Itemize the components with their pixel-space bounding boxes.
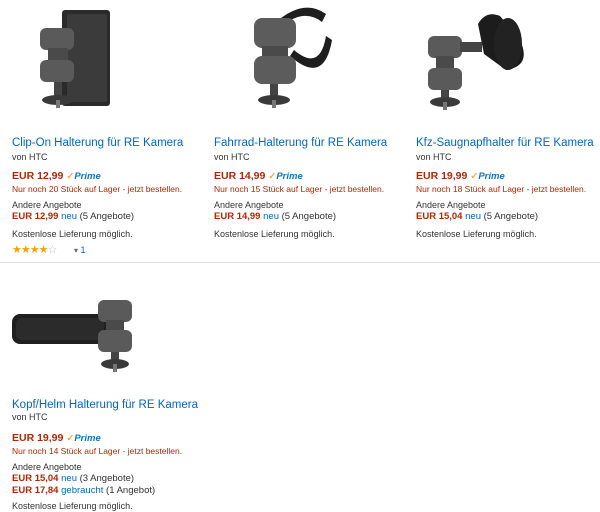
offer-row[interactable]: EUR 14,99 neu (5 Angebote) bbox=[214, 211, 336, 222]
product-image-clip-on[interactable] bbox=[12, 0, 202, 120]
offer-count: (1 Angebot) bbox=[106, 485, 156, 496]
shipping-info: Kostenlose Lieferung möglich. bbox=[214, 229, 335, 239]
product-price: EUR 19,99 bbox=[12, 432, 64, 444]
product-title[interactable]: Clip-On Halterung für RE Kamera bbox=[12, 137, 183, 149]
offer-count: (5 Angebote) bbox=[79, 211, 135, 222]
product-image-kopf-helm[interactable] bbox=[12, 286, 202, 406]
offer-count: (5 Angebote) bbox=[281, 211, 337, 222]
stock-status: Nur noch 18 Stück auf Lager - jetzt best… bbox=[416, 184, 587, 194]
prime-badge: ✓Prime bbox=[66, 171, 101, 182]
star-full-icon: ★ bbox=[20, 244, 31, 256]
review-count[interactable]: ▾ 1 bbox=[74, 245, 86, 255]
row-divider bbox=[0, 262, 600, 263]
shipping-info: Kostenlose Lieferung möglich. bbox=[416, 229, 537, 239]
rating-stars[interactable]: ★★★★☆ bbox=[12, 243, 58, 256]
price-row: EUR 12,99 ✓Prime bbox=[12, 170, 101, 182]
product-brand: von HTC bbox=[416, 152, 452, 162]
product-brand: von HTC bbox=[12, 412, 48, 422]
product-card-kopf-helm: Kopf/Helm Halterung für RE Kamera von HT… bbox=[12, 282, 202, 512]
other-offers-label: Andere Angebote bbox=[214, 200, 284, 210]
offer-row[interactable]: EUR 15,04 neu (3 Angebote) bbox=[12, 473, 134, 484]
offer-price: EUR 14,99 bbox=[214, 211, 261, 222]
offer-price: EUR 12,99 bbox=[12, 211, 59, 222]
shipping-info: Kostenlose Lieferung möglich. bbox=[12, 229, 133, 239]
stock-status: Nur noch 20 Stück auf Lager - jetzt best… bbox=[12, 184, 183, 194]
product-brand: von HTC bbox=[12, 152, 48, 162]
star-empty-icon: ☆ bbox=[47, 244, 58, 256]
offer-price: EUR 15,04 bbox=[416, 211, 463, 222]
price-row: EUR 19,99 ✓Prime bbox=[416, 170, 505, 182]
product-title[interactable]: Fahrrad-Halterung für RE Kamera bbox=[214, 137, 387, 149]
star-full-icon: ★ bbox=[38, 244, 49, 256]
other-offers-label: Andere Angebote bbox=[12, 200, 82, 210]
offer-condition-link[interactable]: neu bbox=[465, 211, 481, 222]
offer-condition-link[interactable]: gebraucht bbox=[61, 485, 103, 496]
chevron-down-icon: ▾ bbox=[74, 246, 79, 255]
shipping-info: Kostenlose Lieferung möglich. bbox=[12, 501, 133, 511]
prime-badge: ✓Prime bbox=[268, 171, 303, 182]
price-row: EUR 19,99 ✓Prime bbox=[12, 432, 101, 444]
prime-badge: ✓Prime bbox=[66, 433, 101, 444]
offer-row[interactable]: EUR 12,99 neu (5 Angebote) bbox=[12, 211, 134, 222]
star-full-icon: ★ bbox=[29, 244, 40, 256]
product-card-fahrrad: Fahrrad-Halterung für RE Kamera von HTC … bbox=[214, 0, 404, 262]
product-title[interactable]: Kopf/Helm Halterung für RE Kamera bbox=[12, 399, 198, 411]
product-image-kfz[interactable] bbox=[416, 0, 600, 120]
product-card-kfz: Kfz-Saugnapfhalter für RE Kamera von HTC… bbox=[416, 0, 600, 262]
stock-status: Nur noch 15 Stück auf Lager - jetzt best… bbox=[214, 184, 385, 194]
offer-row[interactable]: EUR 15,04 neu (5 Angebote) bbox=[416, 211, 538, 222]
product-brand: von HTC bbox=[214, 152, 250, 162]
offer-price: EUR 17,84 bbox=[12, 485, 59, 496]
offer-condition-link[interactable]: neu bbox=[61, 473, 77, 484]
offer-count: (5 Angebote) bbox=[483, 211, 539, 222]
offer-condition-link[interactable]: neu bbox=[263, 211, 279, 222]
offer-row[interactable]: EUR 17,84 gebraucht (1 Angebot) bbox=[12, 485, 155, 496]
offer-condition-link[interactable]: neu bbox=[61, 211, 77, 222]
other-offers-label: Andere Angebote bbox=[12, 462, 82, 472]
price-row: EUR 14,99 ✓Prime bbox=[214, 170, 303, 182]
product-card-clip-on: Clip-On Halterung für RE Kamera von HTC … bbox=[12, 0, 202, 262]
product-price: EUR 14,99 bbox=[214, 170, 266, 182]
other-offers-label: Andere Angebote bbox=[416, 200, 486, 210]
product-image-fahrrad[interactable] bbox=[214, 0, 404, 120]
stock-status: Nur noch 14 Stück auf Lager - jetzt best… bbox=[12, 446, 183, 456]
product-price: EUR 19,99 bbox=[416, 170, 468, 182]
product-title[interactable]: Kfz-Saugnapfhalter für RE Kamera bbox=[416, 137, 594, 149]
prime-badge: ✓Prime bbox=[470, 171, 505, 182]
product-price: EUR 12,99 bbox=[12, 170, 64, 182]
offer-count: (3 Angebote) bbox=[79, 473, 135, 484]
star-full-icon: ★ bbox=[12, 244, 22, 256]
offer-price: EUR 15,04 bbox=[12, 473, 59, 484]
